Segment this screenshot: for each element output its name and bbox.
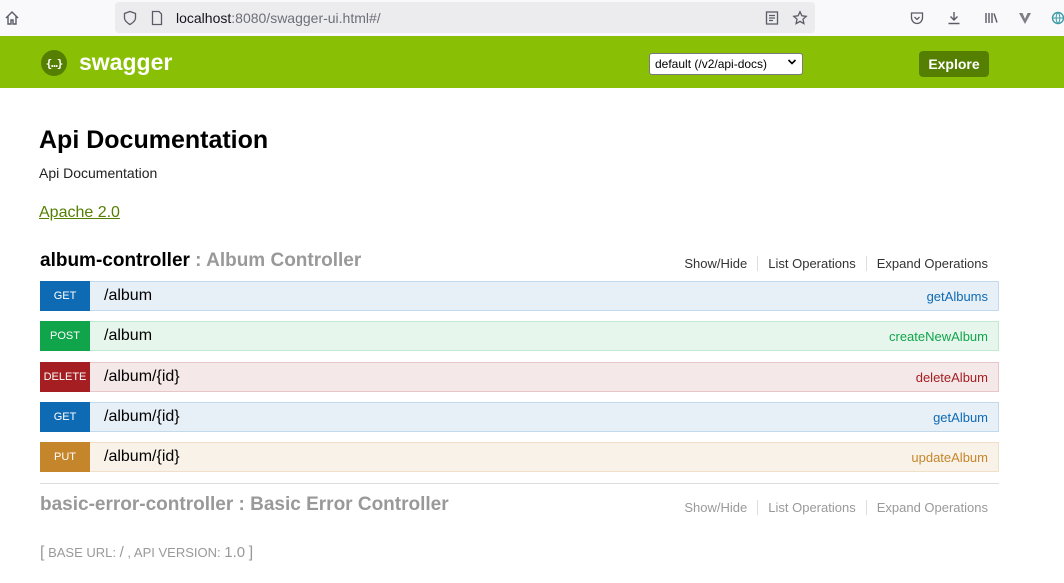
operation-path[interactable]: /album bbox=[104, 327, 152, 345]
show-hide-link[interactable]: Show/Hide bbox=[674, 256, 759, 271]
http-method-badge[interactable]: DELETE bbox=[40, 362, 90, 392]
resource-name[interactable]: album-controller bbox=[40, 250, 190, 271]
operation-post-album[interactable]: POST /album createNewAlbum bbox=[40, 321, 999, 351]
download-icon[interactable] bbox=[942, 6, 966, 30]
api-version-value: 1.0 bbox=[224, 544, 246, 561]
resource-heading-basic-error-controller[interactable]: basic-error-controller : Basic Error Con… bbox=[40, 494, 449, 516]
operation-get-album-id[interactable]: GET /album/{id} getAlbum bbox=[40, 402, 999, 432]
swagger-title[interactable]: swagger bbox=[79, 49, 172, 76]
url-host: localhost bbox=[176, 10, 232, 26]
resource-description: Basic Error Controller bbox=[250, 494, 449, 515]
resource-separator: : bbox=[233, 494, 251, 515]
url-path: :8080/swagger-ui.html#/ bbox=[231, 10, 381, 26]
http-method-badge[interactable]: PUT bbox=[40, 442, 90, 472]
address-bar[interactable]: localhost:8080/swagger-ui.html#/ bbox=[115, 2, 815, 33]
base-url-value: / bbox=[119, 544, 124, 561]
http-method-badge[interactable]: GET bbox=[40, 402, 90, 432]
operation-nickname[interactable]: createNewAlbum bbox=[889, 329, 988, 344]
swagger-header: {…} swagger default (/v2/api-docs) Explo… bbox=[0, 36, 1064, 88]
pocket-icon[interactable] bbox=[905, 6, 929, 30]
operation-path[interactable]: /album/{id} bbox=[104, 448, 180, 466]
browser-toolbar: localhost:8080/swagger-ui.html#/ bbox=[0, 0, 1064, 36]
resource-options-album-controller: Show/Hide List Operations Expand Operati… bbox=[674, 256, 988, 271]
operation-nickname[interactable]: getAlbums bbox=[927, 289, 988, 304]
resource-heading-album-controller[interactable]: album-controller : Album Controller bbox=[40, 250, 361, 272]
operation-path[interactable]: /album/{id} bbox=[104, 408, 180, 426]
resource-divider bbox=[40, 483, 999, 484]
operation-path[interactable]: /album/{id} bbox=[104, 368, 180, 386]
operation-nickname[interactable]: updateAlbum bbox=[911, 450, 988, 465]
operation-path[interactable]: /album bbox=[104, 287, 152, 305]
home-icon[interactable] bbox=[0, 6, 24, 30]
footer-bracket-close: ] bbox=[248, 544, 254, 561]
library-icon[interactable] bbox=[979, 6, 1003, 30]
page-icon bbox=[145, 6, 169, 30]
operation-put-album-id[interactable]: PUT /album/{id} updateAlbum bbox=[40, 442, 999, 472]
operation-get-album[interactable]: GET /album getAlbums bbox=[40, 281, 999, 311]
api-title: Api Documentation bbox=[39, 126, 269, 154]
resource-options-basic-error-controller: Show/Hide List Operations Expand Operati… bbox=[674, 500, 988, 515]
url-text: localhost:8080/swagger-ui.html#/ bbox=[176, 10, 381, 26]
bookmark-star-icon[interactable] bbox=[788, 6, 812, 30]
reader-view-icon[interactable] bbox=[760, 6, 784, 30]
list-operations-link[interactable]: List Operations bbox=[758, 256, 867, 271]
shield-icon[interactable] bbox=[118, 6, 142, 30]
api-spec-select-value: default (/v2/api-docs) bbox=[655, 57, 768, 71]
resource-separator: : bbox=[189, 250, 207, 271]
api-version-label: API VERSION bbox=[133, 545, 217, 560]
show-hide-link[interactable]: Show/Hide bbox=[674, 500, 759, 515]
resource-name[interactable]: basic-error-controller bbox=[40, 494, 233, 515]
operation-delete-album-id[interactable]: DELETE /album/{id} deleteAlbum bbox=[40, 362, 999, 392]
expand-operations-link[interactable]: Expand Operations bbox=[867, 256, 988, 271]
footer-bracket-open: [ bbox=[40, 544, 45, 561]
api-description: Api Documentation bbox=[39, 165, 158, 181]
api-spec-select[interactable]: default (/v2/api-docs) bbox=[649, 53, 803, 75]
resource-description: Album Controller bbox=[206, 250, 362, 271]
extension-globe-icon[interactable] bbox=[1046, 6, 1064, 30]
extension-v-icon[interactable] bbox=[1013, 6, 1037, 30]
list-operations-link[interactable]: List Operations bbox=[758, 500, 867, 515]
license-link[interactable]: Apache 2.0 bbox=[39, 204, 120, 222]
chevron-down-icon bbox=[787, 57, 797, 70]
operation-nickname[interactable]: getAlbum bbox=[933, 410, 988, 425]
api-footer: [ BASE URL: / , API VERSION: 1.0 ] bbox=[40, 544, 254, 561]
http-method-badge[interactable]: GET bbox=[40, 281, 90, 311]
explore-button[interactable]: Explore bbox=[919, 51, 989, 77]
swagger-logo-icon[interactable]: {…} bbox=[41, 50, 67, 76]
operation-nickname[interactable]: deleteAlbum bbox=[916, 370, 988, 385]
http-method-badge[interactable]: POST bbox=[40, 321, 90, 351]
base-url-label: BASE URL bbox=[48, 545, 113, 560]
expand-operations-link[interactable]: Expand Operations bbox=[867, 500, 988, 515]
